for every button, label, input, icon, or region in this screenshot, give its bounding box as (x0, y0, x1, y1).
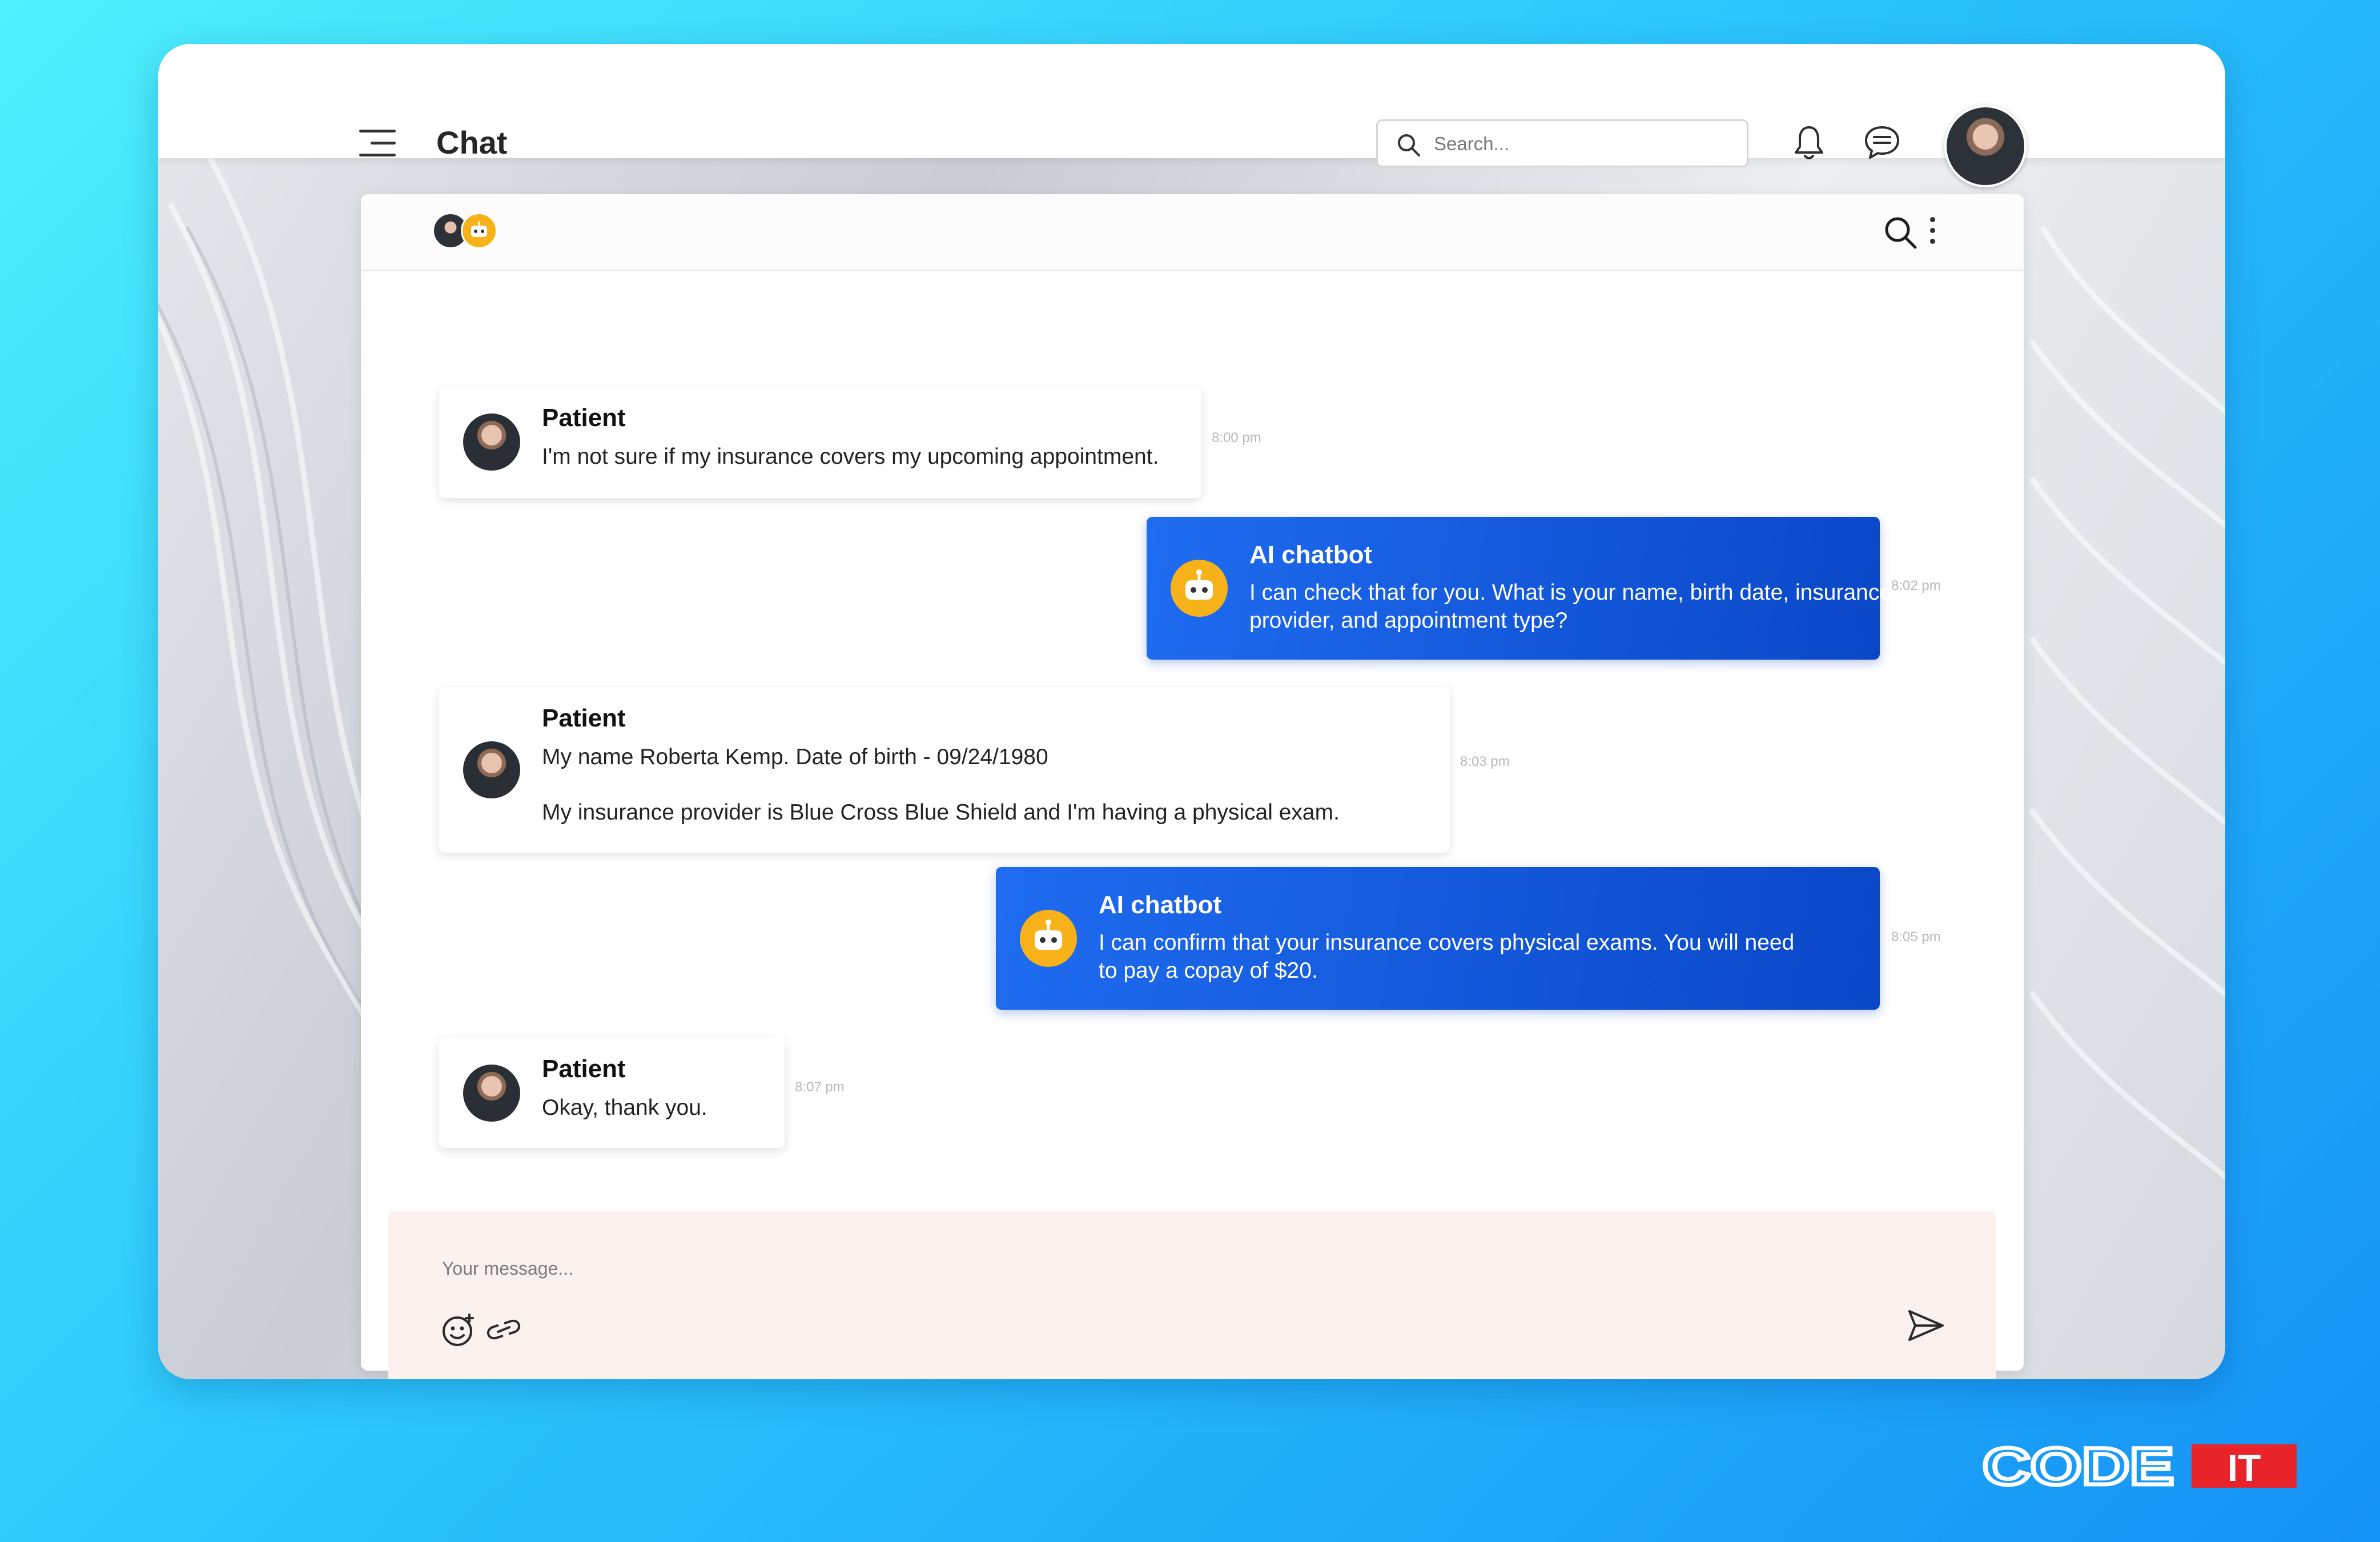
brand-logo: CODE IT (1983, 1443, 2297, 1489)
message-text: My name Roberta Kemp. Date of birth - 09… (542, 745, 1048, 769)
message-sender: Patient (542, 404, 626, 432)
menu-icon[interactable] (359, 130, 396, 157)
message-text: I can confirm that your insurance covers… (1099, 930, 1795, 983)
brand-logo-it: IT (2228, 1447, 2261, 1489)
message-timestamp: 8:07 pm (795, 1079, 845, 1095)
search-icon[interactable] (1883, 215, 1918, 250)
link-icon[interactable] (485, 1316, 522, 1343)
bell-icon[interactable] (1793, 124, 1825, 162)
message-sender: AI chatbot (1249, 541, 1373, 569)
bot-message: AI chatbot I can confirm that your insur… (996, 867, 1880, 1010)
robot-icon (461, 212, 497, 249)
chat-bubble-icon[interactable] (1864, 125, 1900, 160)
message-sender: Patient (542, 704, 626, 732)
message-timestamp: 8:03 pm (1460, 754, 1510, 769)
message-timestamp: 8:00 pm (1212, 430, 1261, 445)
search-input[interactable] (1433, 128, 1732, 160)
patient-message: Patient Okay, thank you. (439, 1038, 785, 1148)
patient-avatar (463, 741, 520, 798)
message-sender: Patient (542, 1055, 626, 1083)
brand-logo-code: CODE (1983, 1443, 2174, 1489)
send-icon[interactable] (1907, 1309, 1945, 1342)
top-bar: Chat (158, 44, 2225, 187)
patient-avatar (463, 1065, 520, 1122)
robot-icon (1020, 910, 1077, 967)
patient-message: Patient I'm not sure if my insurance cov… (439, 387, 1201, 498)
message-text: I'm not sure if my insurance covers my u… (542, 444, 1159, 469)
emoji-icon[interactable] (441, 1312, 476, 1348)
kebab-icon[interactable] (1929, 217, 1936, 246)
message-composer (388, 1211, 1996, 1379)
message-sender: AI chatbot (1099, 891, 1222, 919)
page-title: Chat (436, 125, 508, 160)
message-text: I can check that for you. What is your n… (1249, 580, 1892, 633)
robot-icon (1171, 560, 1228, 617)
message-timestamp: 8:05 pm (1891, 929, 1941, 945)
message-text: Okay, thank you. (542, 1095, 707, 1120)
message-text: My insurance provider is Blue Cross Blue… (542, 800, 1340, 825)
chat-panel: Patient I'm not sure if my insurance cov… (361, 194, 2024, 1379)
chat-header (361, 194, 2024, 271)
patient-message: Patient My name Roberta Kemp. Date of bi… (439, 687, 1450, 853)
patient-avatar (463, 413, 520, 471)
bot-message: AI chatbot I can check that for you. Wha… (1147, 517, 1892, 660)
message-input[interactable] (441, 1254, 1699, 1283)
user-avatar[interactable] (1944, 105, 2027, 187)
search-icon (1398, 134, 1420, 156)
participants-avatars[interactable] (432, 212, 506, 252)
message-timestamp: 8:02 pm (1891, 578, 1941, 593)
app-window: Chat Search... Patient I'm not sure if m… (158, 44, 2225, 1379)
search-box[interactable] (1376, 119, 1748, 167)
